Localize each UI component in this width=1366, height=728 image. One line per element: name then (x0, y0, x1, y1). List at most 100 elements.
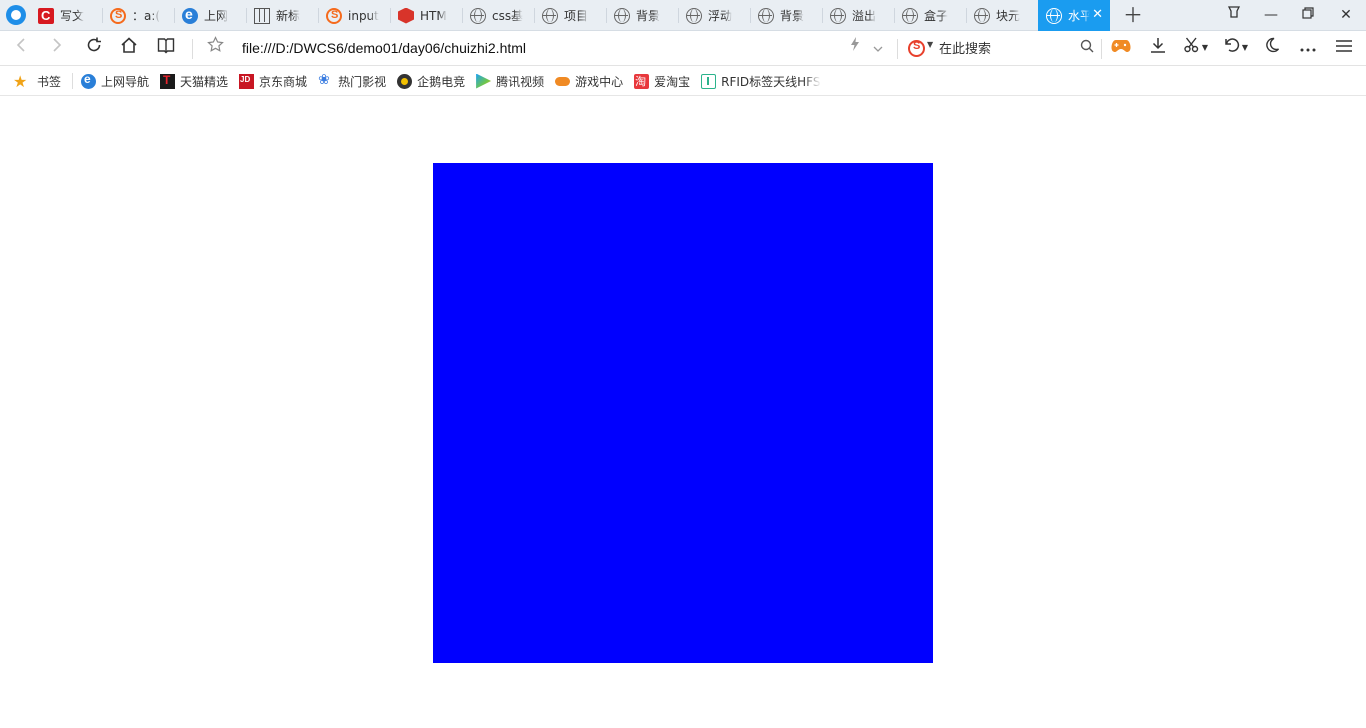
tab-label: 项目 (564, 9, 589, 23)
sogou-icon (326, 7, 342, 24)
star-icon: ★ (13, 71, 28, 91)
tab-label: 块元 (996, 9, 1021, 23)
tab-active[interactable]: 水平 ✕ (1038, 0, 1110, 31)
divider (192, 39, 193, 59)
close-tab-icon[interactable]: ✕ (1092, 8, 1103, 22)
tab[interactable]: 盒子 (894, 0, 966, 31)
favorite-star-icon[interactable] (203, 36, 227, 60)
bookmark-label: 京东商城 (259, 74, 308, 89)
tab[interactable]: 背景 (606, 0, 678, 31)
jd-icon (239, 73, 255, 89)
home-button[interactable] (117, 36, 141, 60)
tab-label: 背景 (636, 9, 661, 23)
more-icon[interactable] (1296, 36, 1320, 60)
tab[interactable]: input (318, 0, 390, 31)
tab[interactable]: css基 (462, 0, 534, 31)
bookmark-item[interactable]: 腾讯视频 (476, 73, 544, 90)
bookmark-item[interactable]: 企鹅电竞 (397, 73, 465, 90)
bookmark-item[interactable]: 爱淘宝 (634, 73, 690, 90)
tab[interactable]: 块元 (966, 0, 1038, 31)
book-icon (701, 73, 717, 89)
refresh-button[interactable] (82, 36, 106, 60)
globe-icon (614, 7, 630, 24)
bookmark-item[interactable]: 京东商城 (239, 73, 307, 90)
tab[interactable]: 背景 (750, 0, 822, 31)
gamepad-icon (555, 74, 571, 89)
browser-logo-icon[interactable] (6, 5, 26, 25)
sogou-icon (110, 7, 126, 24)
bookmark-label: RFID标签天线HFS (721, 74, 821, 89)
bookmarks-folder-label: 书签 (37, 74, 62, 89)
download-icon[interactable] (1146, 36, 1170, 60)
bookmark-label: 天猫精选 (180, 74, 229, 89)
bookmark-label: 腾讯视频 (496, 74, 545, 89)
html5-icon (398, 7, 414, 24)
restore-button[interactable] (1290, 0, 1326, 31)
bookmarks-folder[interactable]: ★ 书签 (13, 73, 61, 90)
blue-square-box (433, 163, 933, 663)
taobao-icon (634, 73, 650, 89)
globe-icon (686, 7, 702, 24)
close-window-button[interactable]: ✕ (1328, 0, 1364, 31)
globe-icon (542, 7, 558, 24)
tab-label: 溢出 (852, 9, 877, 23)
tab-label: ：a:( (132, 9, 161, 23)
tab-list: 写文 ：a:( 上网 新标 input HTM css基 项目 背景 浮动 背景… (30, 0, 1110, 31)
tab-label: 浮动 (708, 9, 733, 23)
bookmark-item[interactable]: 热门影视 (318, 72, 387, 90)
sogou-search-icon[interactable] (908, 40, 925, 57)
tab[interactable]: ：a:( (102, 0, 174, 31)
bookmark-label: 上网导航 (101, 74, 150, 89)
tab[interactable]: 写文 (30, 0, 102, 31)
bookmark-label: 游戏中心 (575, 74, 624, 89)
caret-down-icon[interactable]: ▼ (1200, 36, 1210, 60)
bookmark-item[interactable]: 游戏中心 (555, 73, 623, 90)
tab[interactable]: 上网 (174, 0, 246, 31)
tab[interactable]: 新标 (246, 0, 318, 31)
search-input[interactable] (939, 39, 1079, 59)
bookmark-label: 热门影视 (338, 74, 387, 89)
grid-icon (254, 7, 270, 24)
tab-label: css基 (492, 9, 524, 23)
tab[interactable]: 项目 (534, 0, 606, 31)
caret-down-icon[interactable]: ▼ (1240, 36, 1250, 60)
search-icon[interactable] (1080, 39, 1094, 57)
page-content (0, 96, 1366, 728)
caret-down-icon[interactable]: ▼ (927, 40, 933, 49)
bookmark-label: 企鹅电竞 (417, 74, 466, 89)
minimize-button[interactable]: — (1253, 0, 1289, 31)
tab-label: input (348, 8, 379, 23)
tab-label: 水平 (1068, 9, 1090, 23)
bookmark-item[interactable]: 天猫精选 (160, 73, 228, 90)
globe-icon (758, 7, 774, 24)
globe-icon (830, 7, 846, 24)
tab[interactable]: 浮动 (678, 0, 750, 31)
lightning-icon[interactable] (843, 36, 867, 60)
menu-icon[interactable] (1332, 36, 1356, 60)
csdn-icon (38, 7, 54, 24)
bookmark-item[interactable]: RFID标签天线HFS (701, 73, 821, 90)
reader-mode-button[interactable] (154, 36, 178, 60)
bookmark-label: 爱淘宝 (654, 74, 691, 89)
globe-icon (902, 7, 918, 24)
tab[interactable]: HTM (390, 0, 462, 31)
globe-icon (470, 7, 486, 24)
forward-button[interactable] (45, 36, 69, 60)
chevron-down-icon[interactable] (866, 36, 890, 60)
tab-label: 上网 (204, 9, 229, 23)
gamepad-icon[interactable] (1109, 36, 1133, 60)
tencent-video-icon (476, 73, 492, 89)
night-mode-icon[interactable] (1260, 36, 1284, 60)
tab-label: HTM (420, 8, 447, 23)
bookmark-item[interactable]: 上网导航 (81, 72, 150, 90)
new-tab-button[interactable]: ＋ (1122, 4, 1144, 26)
divider (72, 73, 74, 89)
search-box: ▼ (908, 37, 1098, 61)
back-button[interactable] (9, 36, 33, 60)
address-input[interactable]: file:///D:/DWCS6/demo01/day06/chuizhi2.h… (242, 40, 526, 56)
ie-icon (182, 6, 198, 24)
tab[interactable]: 溢出 (822, 0, 894, 31)
tab-label: 写文 (60, 9, 85, 23)
tab-menu-icon[interactable] (1216, 0, 1252, 31)
globe-icon (974, 7, 990, 24)
